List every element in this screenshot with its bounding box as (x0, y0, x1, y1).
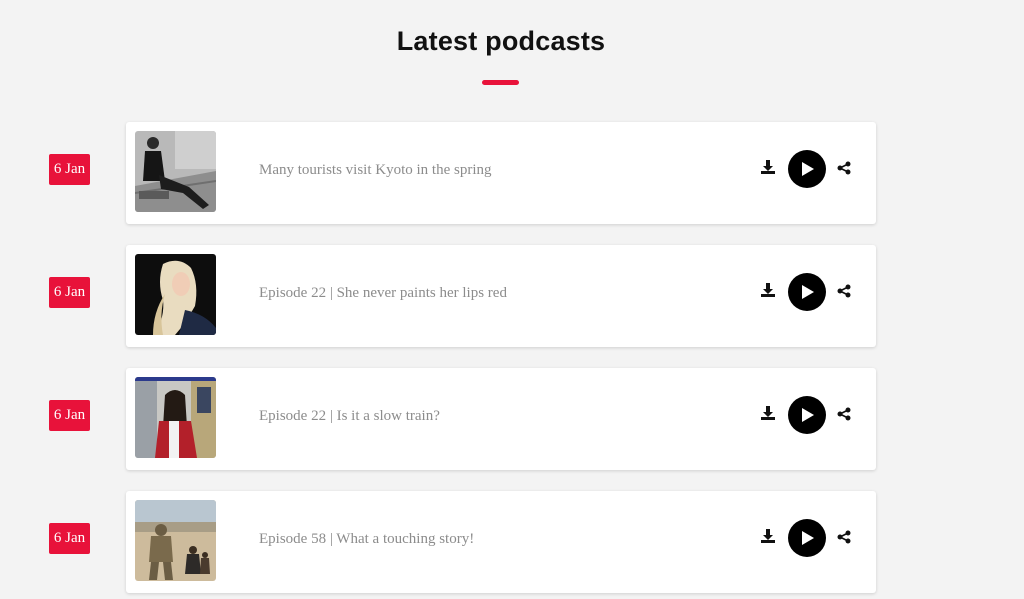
podcast-row: 6 Jan Episode 22 | Is it a slow train? (0, 368, 1024, 470)
episode-title[interactable]: Episode 22 | She never paints her lips r… (259, 245, 507, 341)
podcast-row: 6 Jan Episode 58 | What a touching story… (0, 491, 1024, 593)
download-icon[interactable] (760, 282, 776, 298)
play-icon (802, 531, 814, 545)
download-icon[interactable] (760, 528, 776, 544)
download-icon[interactable] (760, 159, 776, 175)
date-badge: 6 Jan (49, 523, 90, 554)
title-underline (482, 80, 519, 85)
episode-thumbnail[interactable] (135, 500, 216, 581)
date-badge: 6 Jan (49, 400, 90, 431)
podcast-card: Many tourists visit Kyoto in the spring (126, 122, 876, 224)
play-icon (802, 285, 814, 299)
play-icon (802, 408, 814, 422)
episode-title[interactable]: Episode 58 | What a touching story! (259, 491, 474, 587)
play-button[interactable] (788, 273, 826, 311)
episode-thumbnail[interactable] (135, 377, 216, 458)
episode-title[interactable]: Many tourists visit Kyoto in the spring (259, 122, 492, 218)
podcast-card: Episode 22 | Is it a slow train? (126, 368, 876, 470)
share-icon[interactable] (837, 284, 851, 298)
play-button[interactable] (788, 150, 826, 188)
date-badge: 6 Jan (49, 277, 90, 308)
podcast-card: Episode 58 | What a touching story! (126, 491, 876, 593)
play-button[interactable] (788, 396, 826, 434)
download-icon[interactable] (760, 405, 776, 421)
podcast-card: Episode 22 | She never paints her lips r… (126, 245, 876, 347)
share-icon[interactable] (837, 530, 851, 544)
episode-title[interactable]: Episode 22 | Is it a slow train? (259, 368, 440, 464)
share-icon[interactable] (837, 161, 851, 175)
share-icon[interactable] (837, 407, 851, 421)
date-badge: 6 Jan (49, 154, 90, 185)
episode-thumbnail[interactable] (135, 254, 216, 335)
play-button[interactable] (788, 519, 826, 557)
podcast-row: 6 Jan Episode 22 | She never paints her … (0, 245, 1024, 347)
page-title: Latest podcasts (396, 26, 606, 56)
play-icon (802, 162, 814, 176)
podcast-row: 6 Jan Many tourists visit Kyoto in the s… (0, 122, 1024, 224)
episode-thumbnail[interactable] (135, 131, 216, 212)
